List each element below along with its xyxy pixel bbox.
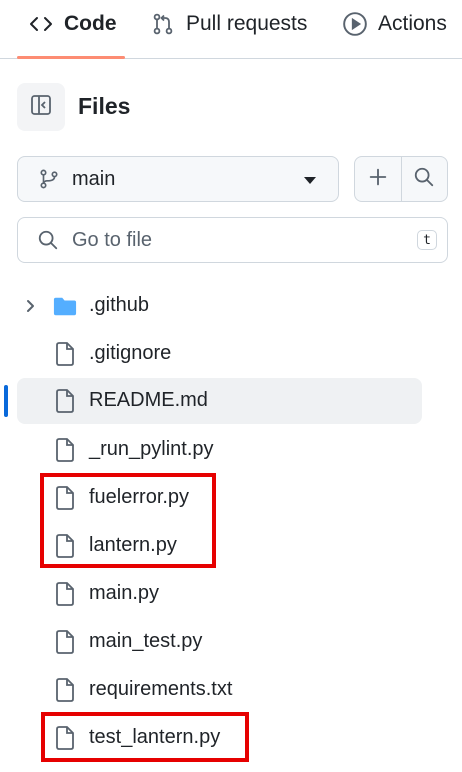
tree-item-main[interactable]: main.py <box>17 571 422 617</box>
selection-indicator <box>4 385 8 417</box>
search-icon <box>413 166 435 193</box>
file-icon <box>53 342 77 366</box>
tree-item-label: _run_pylint.py <box>89 438 214 460</box>
branch-selector-button[interactable]: main <box>17 156 339 202</box>
file-actions-group <box>354 156 448 202</box>
file-icon <box>53 582 77 606</box>
tree-item-label: main_test.py <box>89 630 203 652</box>
tree-item-github-folder[interactable]: .github <box>17 283 422 329</box>
tab-pull-requests-label: Pull requests <box>186 12 308 35</box>
tree-item-main-test[interactable]: main_test.py <box>17 619 422 665</box>
file-icon <box>53 438 77 462</box>
git-pull-request-icon <box>150 11 176 37</box>
files-title: Files <box>78 93 131 119</box>
sidebar-collapse-icon <box>29 93 53 122</box>
go-to-file-placeholder: Go to file <box>72 228 153 251</box>
tree-item-label: .gitignore <box>89 342 172 364</box>
git-branch-icon <box>38 168 60 190</box>
tree-item-gitignore[interactable]: .gitignore <box>17 331 422 377</box>
tree-item-label: requirements.txt <box>89 678 233 700</box>
go-to-file-input[interactable]: Go to file t <box>17 217 448 263</box>
file-icon <box>53 389 77 413</box>
play-icon <box>342 11 368 37</box>
search-icon <box>36 228 60 252</box>
keyboard-shortcut-hint: t <box>417 230 437 250</box>
plus-icon <box>367 166 389 193</box>
chevron-down-icon <box>304 177 316 184</box>
tree-item-run-pylint[interactable]: _run_pylint.py <box>17 427 422 473</box>
highlight-box-fuelerror-lantern <box>40 473 216 568</box>
tree-item-label: .github <box>89 294 150 316</box>
tab-actions[interactable]: Actions <box>342 0 447 48</box>
search-code-button[interactable] <box>400 157 448 201</box>
file-icon <box>53 678 77 702</box>
tab-pull-requests[interactable]: Pull requests <box>150 0 307 48</box>
tree-item-label: README.md <box>89 389 208 411</box>
branch-name: main <box>72 167 116 190</box>
tree-item-readme[interactable]: README.md <box>17 378 422 424</box>
chevron-right-icon[interactable] <box>21 296 41 316</box>
file-icon <box>53 630 77 654</box>
active-tab-underline <box>17 56 125 59</box>
tab-code-label: Code <box>64 12 117 35</box>
highlight-box-test-lantern <box>41 712 249 762</box>
tab-actions-label: Actions <box>378 12 447 35</box>
repo-tab-bar: Code Pull requests Actions <box>0 0 462 59</box>
add-file-button[interactable] <box>355 157 401 201</box>
tab-code[interactable]: Code <box>28 0 117 48</box>
tree-item-label: main.py <box>89 582 160 604</box>
sidebar-toggle-button[interactable] <box>17 83 65 131</box>
tree-item-requirements[interactable]: requirements.txt <box>17 667 422 713</box>
code-icon <box>28 11 54 37</box>
folder-icon <box>53 294 77 318</box>
